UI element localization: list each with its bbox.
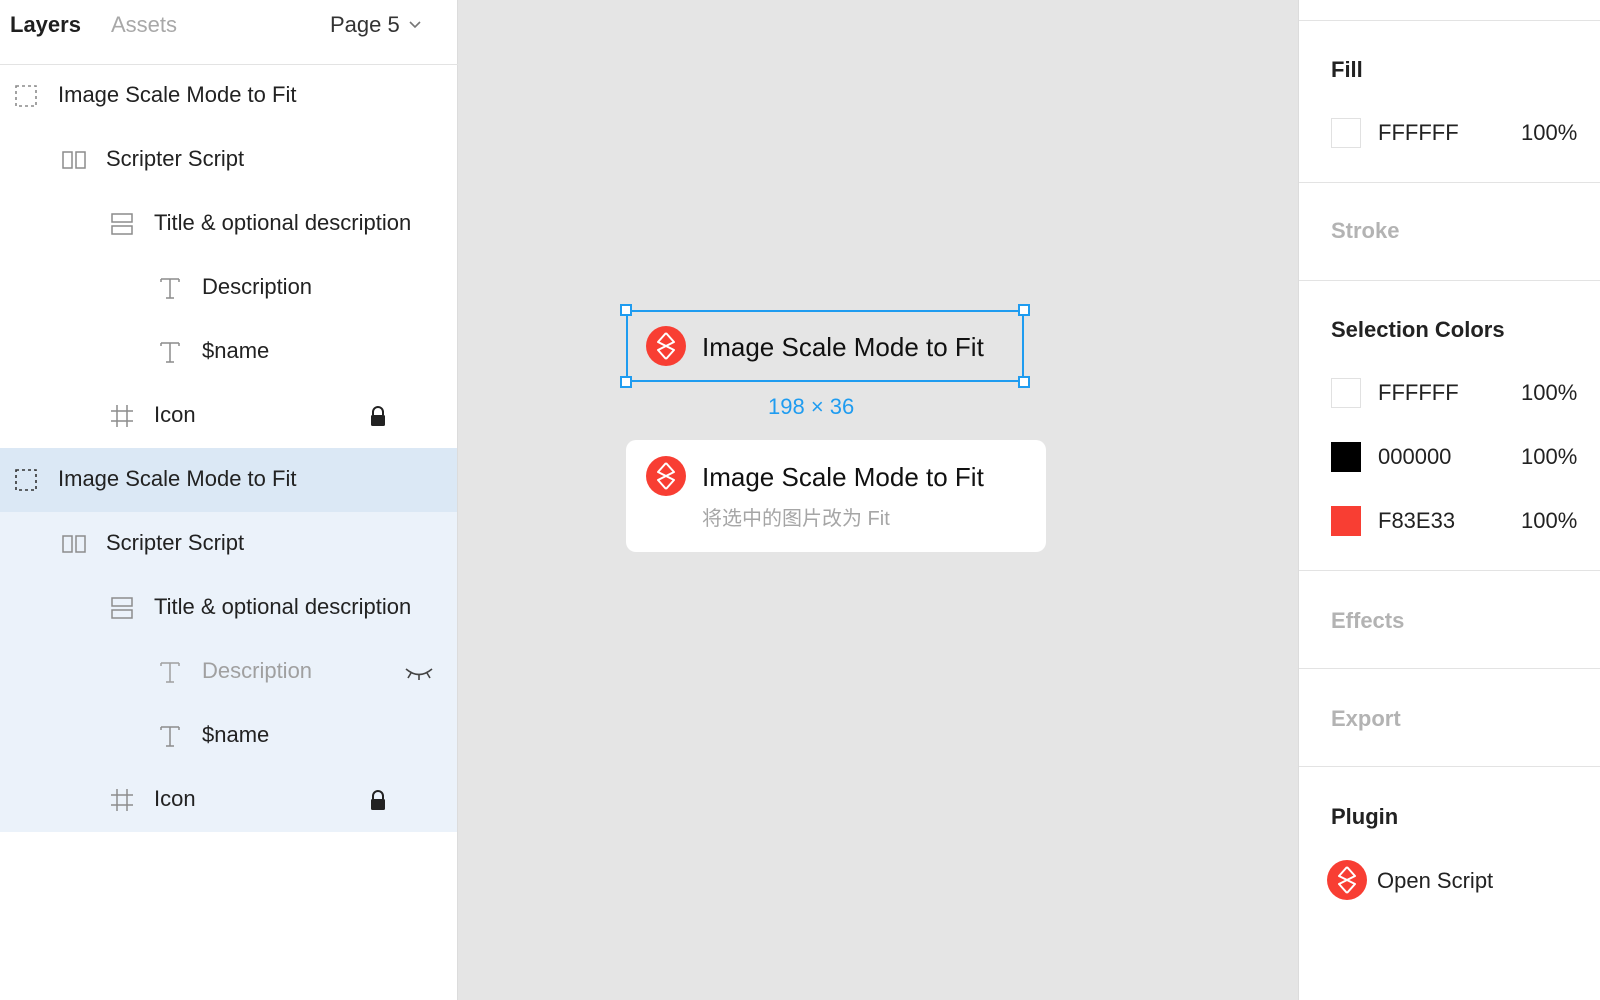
selection-color-row[interactable]: FFFFFF 100% [1331,378,1600,412]
layer-label: Icon [154,402,196,427]
layer-label: Description [202,274,313,299]
color-swatch[interactable] [1331,506,1361,536]
scripter-logo-icon [646,326,686,366]
color-swatch[interactable] [1331,378,1361,408]
opacity-value[interactable]: 100% [1521,120,1577,146]
layer-row-icon-frame[interactable]: Icon [0,384,457,448]
frame-icon [13,467,39,493]
layer-label: $name [202,338,270,363]
page-selector[interactable]: Page 5 [330,12,422,38]
layer-row-frame[interactable]: Image Scale Mode to Fit [0,64,457,128]
layer-row-autolayout[interactable]: Title & optional description [0,576,457,640]
selection-colors-title: Selection Colors [1331,317,1505,342]
hash-frame-icon [109,787,135,813]
scripter-logo-icon [646,456,686,496]
layer-label: Scripter Script [106,146,245,171]
layer-row-component[interactable]: Scripter Script [0,512,457,576]
resize-handle[interactable] [620,376,632,388]
open-script-plugin[interactable]: Open Script [1327,860,1587,902]
auto-layout-icon [109,211,135,237]
text-icon [157,275,183,301]
divider [1299,280,1600,281]
layer-label: $name [202,722,270,747]
auto-layout-icon [109,595,135,621]
divider [1299,182,1600,183]
layer-row-frame-selected[interactable]: Image Scale Mode to Fit [0,448,457,512]
layers-panel-header: Layers Assets Page 5 [0,0,458,65]
effects-section-title[interactable]: Effects [1331,608,1404,634]
color-swatch[interactable] [1331,442,1361,472]
lock-icon[interactable] [369,789,387,811]
tab-layers[interactable]: Layers [10,12,81,38]
frame-icon [13,83,39,109]
scripter-logo-icon [1327,860,1367,900]
layer-label: Title & optional description [154,210,412,235]
layer-label: Image Scale Mode to Fit [58,466,297,491]
hidden-eye-icon[interactable] [403,664,435,682]
plugin-label: Open Script [1377,868,1494,893]
layer-label: Icon [154,786,196,811]
text-icon [157,723,183,749]
node-title: Image Scale Mode to Fit [702,332,984,362]
resize-handle[interactable] [1018,376,1030,388]
layer-row-text-hidden[interactable]: Description [0,640,457,704]
layer-label: Scripter Script [106,530,245,555]
hex-value[interactable]: 000000 [1378,444,1451,470]
layer-group-1: Image Scale Mode to Fit Scripter Script … [0,64,457,448]
opacity-value[interactable]: 100% [1521,508,1577,534]
stroke-section-title[interactable]: Stroke [1331,218,1399,244]
component-icon [61,147,87,173]
layers-panel: Layers Assets Page 5 Image Scale Mode to… [0,0,458,1000]
divider [1299,766,1600,767]
divider [1299,20,1600,21]
hex-value[interactable]: FFFFFF [1378,120,1459,146]
layer-row-autolayout[interactable]: Title & optional description [0,192,457,256]
canvas[interactable]: Image Scale Mode to Fit 198 × 36 Image S… [458,0,1298,1000]
selection-color-row[interactable]: F83E33 100% [1331,506,1600,540]
resize-handle[interactable] [1018,304,1030,316]
lock-icon[interactable] [369,405,387,427]
hex-value[interactable]: F83E33 [1378,508,1455,534]
export-section-title[interactable]: Export [1331,706,1401,732]
component-icon [61,531,87,557]
selected-node[interactable]: Image Scale Mode to Fit [620,304,1030,388]
fill-section-title: Fill [1331,57,1363,82]
opacity-value[interactable]: 100% [1521,444,1577,470]
plugin-section-title: Plugin [1331,804,1399,829]
layer-label: Image Scale Mode to Fit [58,82,297,107]
hex-value[interactable]: FFFFFF [1378,380,1459,406]
layer-row-component[interactable]: Scripter Script [0,128,457,192]
hash-frame-icon [109,403,135,429]
layer-row-text[interactable]: $name [0,320,457,384]
tab-assets[interactable]: Assets [111,12,177,38]
page-selector-label: Page 5 [330,12,400,37]
script-card[interactable]: Image Scale Mode to Fit 将选中的图片改为 Fit [626,440,1046,552]
opacity-value[interactable]: 100% [1521,380,1577,406]
layer-row-icon-frame[interactable]: Icon [0,768,457,832]
card-title: Image Scale Mode to Fit [702,462,984,492]
text-icon [157,339,183,365]
text-icon [157,659,183,685]
layer-row-text[interactable]: Description [0,256,457,320]
divider [1299,668,1600,669]
layer-label: Title & optional description [154,594,412,619]
properties-panel: Fill FFFFFF 100% Stroke Selection Colors… [1298,0,1600,1000]
fill-row[interactable]: FFFFFF 100% [1331,118,1600,152]
resize-handle[interactable] [620,304,632,316]
divider [1299,570,1600,571]
color-swatch[interactable] [1331,118,1361,148]
card-description: 将选中的图片改为 Fit [702,508,890,530]
layer-label: Description [202,658,313,683]
dimension-label: 198 × 36 [768,394,855,419]
layer-group-2-selected: Image Scale Mode to Fit Scripter Script … [0,448,457,832]
layer-row-text[interactable]: $name [0,704,457,768]
selection-color-row[interactable]: 000000 100% [1331,442,1600,476]
chevron-down-icon [409,21,421,29]
